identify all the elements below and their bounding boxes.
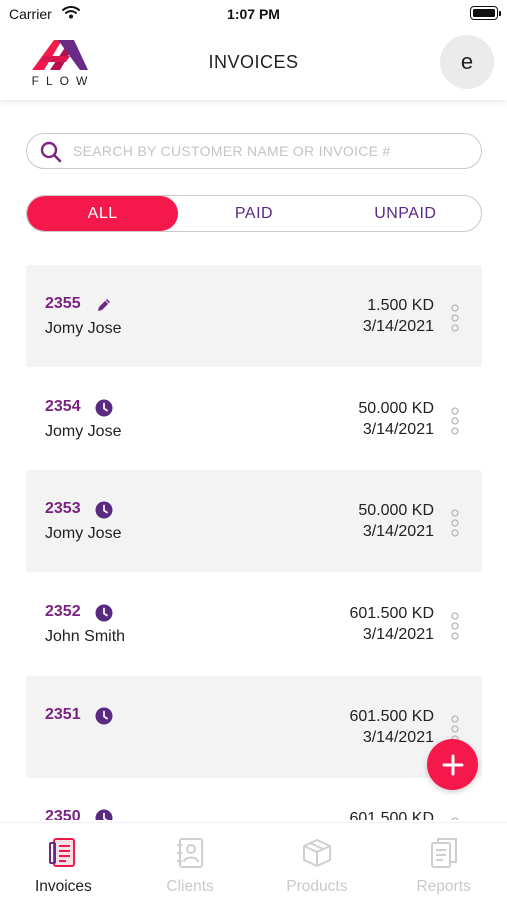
invoice-icon xyxy=(49,838,76,867)
tab-label: Clients xyxy=(166,878,214,895)
invoice-date: 3/14/2021 xyxy=(362,523,434,540)
invoice-number: 2352 xyxy=(45,603,81,620)
invoice-number: 2354 xyxy=(45,398,81,415)
app-header: FLOW INVOICES e xyxy=(0,28,507,100)
more-options-icon[interactable] xyxy=(450,303,460,333)
plus-icon xyxy=(442,754,463,775)
search-icon xyxy=(40,141,62,163)
reports-icon xyxy=(430,838,457,868)
search-input[interactable] xyxy=(73,134,473,167)
clock-time: 1:07 PM xyxy=(227,6,280,22)
invoice-number: 2353 xyxy=(45,500,81,517)
filter-tab-label: ALL xyxy=(87,204,118,222)
more-options-icon[interactable] xyxy=(450,406,460,436)
filter-tab-paid[interactable]: PAID xyxy=(178,196,329,231)
tab-invoices[interactable]: Invoices xyxy=(0,823,127,900)
invoice-row[interactable]: 2352 John Smith 601.500 KD 3/14/2021 xyxy=(26,573,482,675)
clock-icon xyxy=(95,604,113,622)
status-bar: Carrier 1:07 PM xyxy=(0,0,507,28)
bottom-tab-bar: Invoices Clients Products Reports xyxy=(0,822,507,900)
clock-icon xyxy=(95,501,113,519)
more-options-icon[interactable] xyxy=(450,611,460,641)
invoice-row[interactable]: 2354 Jomy Jose 50.000 KD 3/14/2021 xyxy=(26,368,482,470)
invoice-number: 2350 xyxy=(45,808,81,820)
contacts-icon xyxy=(177,838,204,868)
invoice-date: 3/14/2021 xyxy=(362,626,434,643)
invoice-row[interactable]: 2355 Jomy Jose 1.500 KD 3/14/2021 xyxy=(26,265,482,367)
search-bar[interactable] xyxy=(26,133,482,169)
invoice-client: Jomy Jose xyxy=(45,525,122,542)
logo-text: FLOW xyxy=(31,74,95,88)
filter-tab-unpaid[interactable]: UNPAID xyxy=(330,196,481,231)
pencil-icon xyxy=(98,299,110,311)
battery-icon xyxy=(470,6,501,20)
filter-tab-all[interactable]: ALL xyxy=(27,196,179,231)
tab-label: Reports xyxy=(416,878,471,895)
invoice-number: 2351 xyxy=(45,706,81,723)
add-invoice-button[interactable] xyxy=(427,739,478,790)
invoice-amount: 50.000 KD xyxy=(358,400,434,417)
invoice-row[interactable]: 2351 601.500 KD 3/14/2021 xyxy=(26,676,482,778)
invoice-date: 3/14/2021 xyxy=(362,421,434,438)
box-icon xyxy=(302,839,331,867)
page-title: INVOICES xyxy=(208,52,299,72)
tab-clients[interactable]: Clients xyxy=(127,823,254,900)
invoice-row[interactable]: 2350 601.500 KD xyxy=(26,778,482,820)
invoice-number: 2355 xyxy=(45,295,81,312)
more-options-icon[interactable] xyxy=(450,508,460,538)
invoice-amount: 1.500 KD xyxy=(367,297,434,314)
tab-label: Invoices xyxy=(34,878,92,895)
invoice-amount: 601.500 KD xyxy=(349,605,434,622)
more-options-icon[interactable] xyxy=(450,816,460,820)
filter-tab-label: UNPAID xyxy=(374,204,437,222)
invoice-client: Jomy Jose xyxy=(45,423,122,440)
clock-icon xyxy=(95,707,113,725)
invoice-amount: 601.500 KD xyxy=(349,708,434,725)
invoice-list: 2355 Jomy Jose 1.500 KD 3/14/2021 2354 J… xyxy=(0,265,507,820)
invoice-date: 3/14/2021 xyxy=(362,729,434,746)
tab-products[interactable]: Products xyxy=(254,823,381,900)
invoice-amount: 50.000 KD xyxy=(358,502,434,519)
filter-tab-label: PAID xyxy=(234,204,274,222)
tab-label: Products xyxy=(286,878,348,895)
tab-reports[interactable]: Reports xyxy=(380,823,507,900)
invoice-date: 3/14/2021 xyxy=(362,318,434,335)
avatar[interactable]: e xyxy=(440,35,494,89)
clock-icon xyxy=(95,399,113,417)
invoice-row[interactable]: 2353 Jomy Jose 50.000 KD 3/14/2021 xyxy=(26,470,482,572)
invoice-client: Jomy Jose xyxy=(45,320,122,337)
invoice-client: John Smith xyxy=(45,628,126,645)
invoice-amount: 601.500 KD xyxy=(349,810,434,820)
avatar-initial: e xyxy=(460,49,474,74)
clock-icon xyxy=(95,809,113,820)
status-filter: ALL PAID UNPAID xyxy=(26,195,482,232)
